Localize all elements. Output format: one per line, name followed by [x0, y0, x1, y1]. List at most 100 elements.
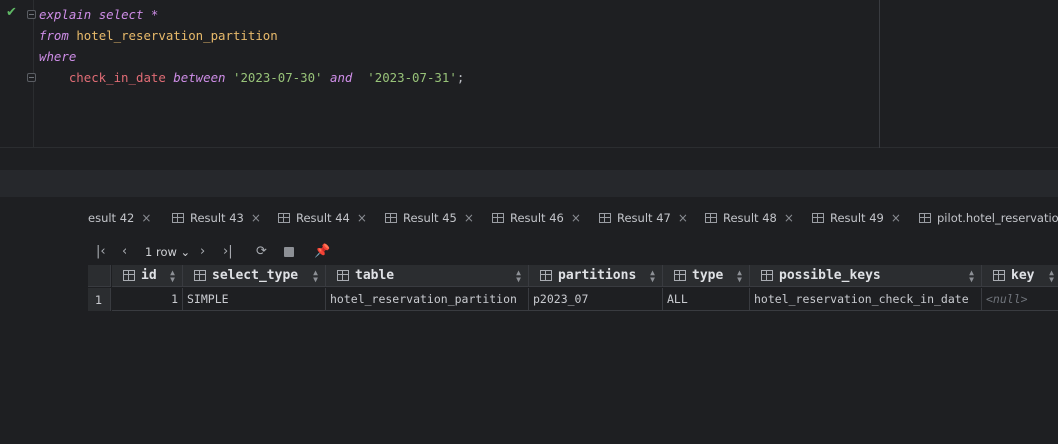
table-cell[interactable]: 1 [112, 288, 183, 311]
row-number-header [88, 265, 111, 287]
column-header-id[interactable]: id ▲ ▼ [112, 265, 183, 287]
code-token: ; [456, 70, 465, 85]
sql-editor[interactable]: ✔ explain select * from hotel_reservation… [0, 0, 1058, 148]
code-line[interactable]: from hotel_reservation_partition [39, 25, 464, 46]
table-icon [385, 213, 397, 223]
result-tabs: esult 42 × Result 43 × Result 44 × Result 45 × R… [88, 206, 1058, 230]
result-tab-label: esult 42 [88, 211, 135, 225]
code-token: and [329, 70, 353, 85]
result-tab-label: Result 45 [403, 211, 457, 225]
table-cell[interactable]: <null> [982, 288, 1058, 311]
editor-gutter: ✔ [0, 0, 36, 148]
result-tab-label: Result 46 [510, 211, 564, 225]
table-cell[interactable]: hotel_reservation_partition [326, 288, 529, 311]
sort-icon[interactable]: ▲ ▼ [516, 269, 521, 284]
column-header-label: id [141, 268, 157, 283]
code-token: where [39, 49, 77, 64]
page-size-dropdown[interactable]: 1 row ⌄ [145, 245, 190, 259]
column-header-partitions[interactable]: partitions ▲ ▼ [529, 265, 663, 287]
code-token: between [173, 70, 226, 85]
column-header-select-type[interactable]: select_type ▲ ▼ [183, 265, 326, 287]
result-tab[interactable]: pilot.hotel_reservation_ [919, 206, 1058, 230]
column-header-label: select_type [212, 268, 299, 283]
column-header-label: type [692, 268, 724, 283]
code-token: from [39, 28, 69, 43]
table-icon [599, 213, 611, 223]
table-cell[interactable]: p2023_07 [529, 288, 663, 311]
result-tab[interactable]: Result 46 × [492, 206, 581, 230]
code-token: explain [39, 7, 92, 22]
column-header-possible-keys[interactable]: possible_keys ▲ ▼ [750, 265, 982, 287]
sort-icon[interactable]: ▲ ▼ [170, 269, 175, 284]
last-page-icon[interactable]: ›| [223, 244, 233, 260]
reload-icon[interactable]: ⟳ [256, 244, 267, 260]
prev-page-icon[interactable]: ‹ [122, 244, 127, 260]
result-grid[interactable]: id ▲ ▼ select_type ▲ ▼ table ▲ ▼ partitions ▲ ▼ type… [88, 265, 1058, 312]
column-icon [123, 270, 135, 281]
fold-start-icon[interactable] [27, 10, 36, 19]
result-tab-label: pilot.hotel_reservation_ [937, 211, 1058, 225]
sort-icon[interactable]: ▲ ▼ [1049, 269, 1054, 284]
code-line[interactable]: check_in_date between '2023-07-30' and '… [39, 67, 464, 88]
column-icon [993, 270, 1005, 281]
result-tab[interactable]: Result 45 × [385, 206, 474, 230]
code-line[interactable]: where [39, 46, 464, 67]
code-token: '2023-07-30' [232, 70, 323, 85]
close-icon[interactable]: × [357, 211, 367, 225]
pin-icon[interactable]: 📌 [314, 244, 330, 260]
result-tab[interactable]: Result 49 × [812, 206, 901, 230]
fold-end-icon[interactable] [27, 73, 36, 82]
result-tab[interactable]: Result 47 × [599, 206, 688, 230]
close-icon[interactable]: × [891, 211, 901, 225]
table-cell[interactable]: ALL [663, 288, 750, 311]
table-icon [919, 213, 931, 223]
table-icon [172, 213, 184, 223]
column-icon [540, 270, 552, 281]
column-icon [337, 270, 349, 281]
sort-icon[interactable]: ▲ ▼ [650, 269, 655, 284]
code-line[interactable]: explain select * [39, 4, 464, 25]
sort-icon[interactable]: ▲ ▼ [969, 269, 974, 284]
result-tab[interactable]: Result 44 × [278, 206, 367, 230]
stop-icon[interactable] [284, 247, 294, 257]
table-cell[interactable]: hotel_reservation_check_in_date [750, 288, 982, 311]
row-number[interactable]: 1 [88, 288, 111, 311]
column-header-type[interactable]: type ▲ ▼ [663, 265, 750, 287]
check-icon: ✔ [6, 5, 17, 20]
column-header-table[interactable]: table ▲ ▼ [326, 265, 529, 287]
first-page-icon[interactable]: |‹ [96, 244, 106, 260]
result-tab-label: Result 49 [830, 211, 884, 225]
next-page-icon[interactable]: › [200, 244, 205, 260]
close-icon[interactable]: × [141, 211, 151, 225]
table-icon [812, 213, 824, 223]
result-tab-label: Result 43 [190, 211, 244, 225]
result-tab[interactable]: Result 43 × [172, 206, 261, 230]
result-tab[interactable]: Result 48 × [705, 206, 794, 230]
column-icon [674, 270, 686, 281]
rows-label: 1 row [145, 245, 177, 259]
close-icon[interactable]: × [784, 211, 794, 225]
code-area[interactable]: explain select * from hotel_reservation_p… [39, 4, 464, 88]
column-header-label: partitions [558, 268, 637, 283]
sort-icon[interactable]: ▲ ▼ [313, 269, 318, 284]
code-token: select [98, 7, 144, 22]
result-tab-label: Result 47 [617, 211, 671, 225]
column-header-label: table [355, 268, 395, 283]
close-icon[interactable]: × [678, 211, 688, 225]
table-icon [492, 213, 504, 223]
column-header-key[interactable]: key ▲ ▼ [982, 265, 1058, 287]
services-toolbar-band [0, 170, 1058, 197]
close-icon[interactable]: × [464, 211, 474, 225]
result-tab[interactable]: esult 42 × [88, 206, 151, 230]
sort-icon[interactable]: ▲ ▼ [737, 269, 742, 284]
code-token: '2023-07-31' [367, 70, 457, 85]
close-icon[interactable]: × [571, 211, 581, 225]
result-toolbar: |‹ ‹ 1 row ⌄ › ›| ⟳ 📌 [88, 240, 388, 264]
column-icon [761, 270, 773, 281]
close-icon[interactable]: × [251, 211, 261, 225]
table-cell[interactable]: SIMPLE [183, 288, 326, 311]
